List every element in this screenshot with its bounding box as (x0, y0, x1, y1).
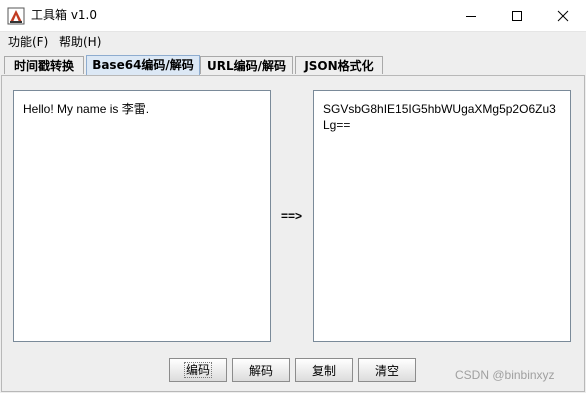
copy-button-label: 复制 (311, 363, 336, 378)
clear-button[interactable]: 清空 (358, 358, 416, 382)
decode-button[interactable]: 解码 (232, 358, 290, 382)
output-textarea[interactable]: SGVsbG8hIE15IG5hbWUgaXMg5p2O6Zu3Lg== (313, 90, 571, 342)
encode-button-label: 编码 (183, 362, 212, 378)
decode-button-label: 解码 (248, 363, 273, 378)
arrow-label: ==> (281, 209, 303, 223)
title-bar: 工具箱 v1.0 (0, 0, 586, 32)
copy-button[interactable]: 复制 (295, 358, 353, 382)
watermark: CSDN @binbinxyz (455, 368, 555, 382)
tab-timestamp[interactable]: 时间戳转换 (4, 56, 84, 74)
maximize-icon (512, 10, 522, 21)
menu-function[interactable]: 功能(F) (8, 35, 48, 50)
tab-base64[interactable]: Base64编码/解码 (86, 55, 200, 76)
window-title: 工具箱 v1.0 (31, 8, 98, 22)
tab-url[interactable]: URL编码/解码 (200, 56, 293, 74)
minimize-icon (466, 15, 476, 17)
tab-strip: 时间戳转换 Base64编码/解码 URL编码/解码 JSON格式化 (0, 55, 586, 76)
clear-button-label: 清空 (374, 363, 399, 378)
input-textarea[interactable]: Hello! My name is 李雷. (13, 90, 271, 342)
menu-bar: 功能(F) 帮助(H) (0, 32, 586, 53)
menu-help[interactable]: 帮助(H) (59, 35, 101, 50)
tab-json[interactable]: JSON格式化 (295, 56, 383, 74)
encode-button[interactable]: 编码 (169, 358, 227, 382)
minimize-button[interactable] (448, 0, 494, 31)
close-button[interactable] (540, 0, 586, 31)
close-icon (557, 10, 569, 21)
toolbox-icon (7, 7, 25, 25)
maximize-button[interactable] (494, 0, 540, 31)
